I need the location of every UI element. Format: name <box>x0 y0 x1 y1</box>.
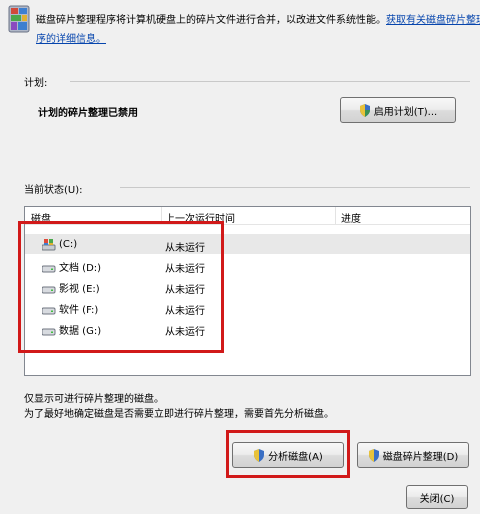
current-status-label: 当前状态(U): <box>24 185 83 196</box>
defragment-disk-button[interactable]: 磁盘碎片整理(D) <box>357 442 469 468</box>
shield-icon <box>359 103 370 117</box>
notes-line-1: 仅显示可进行碎片整理的磁盘。 <box>24 394 164 405</box>
help-link[interactable]: 获取有关磁盘碎片整理程 <box>386 15 480 26</box>
highlight-box-disks <box>18 221 224 353</box>
enable-schedule-button[interactable]: 启用计划(T)... <box>340 97 456 123</box>
schedule-divider <box>70 81 470 82</box>
defragment-disk-label: 磁盘碎片整理(D) <box>382 451 459 463</box>
shield-icon <box>368 448 379 462</box>
intro-link-continued[interactable]: 序的详细信息。 <box>36 30 106 45</box>
schedule-status: 计划的碎片整理已禁用 <box>38 108 138 119</box>
enable-schedule-label: 启用计划(T)... <box>373 106 438 118</box>
notes-line-2: 为了最好地确定磁盘是否需要立即进行碎片整理，需要首先分析磁盘。 <box>24 409 334 420</box>
highlight-box-analyze <box>226 430 350 478</box>
defragmenter-app-icon <box>8 5 30 33</box>
status-divider <box>120 187 470 188</box>
column-progress[interactable]: 进度 <box>341 210 361 225</box>
schedule-section-label: 计划: <box>24 78 48 89</box>
close-button[interactable]: 关闭(C) <box>406 485 468 509</box>
close-label: 关闭(C) <box>419 493 455 505</box>
column-separator[interactable] <box>335 207 336 224</box>
intro-text: 磁盘碎片整理程序将计算机硬盘上的碎片文件进行合并，以改进文件系统性能。获取有关磁… <box>36 11 480 26</box>
